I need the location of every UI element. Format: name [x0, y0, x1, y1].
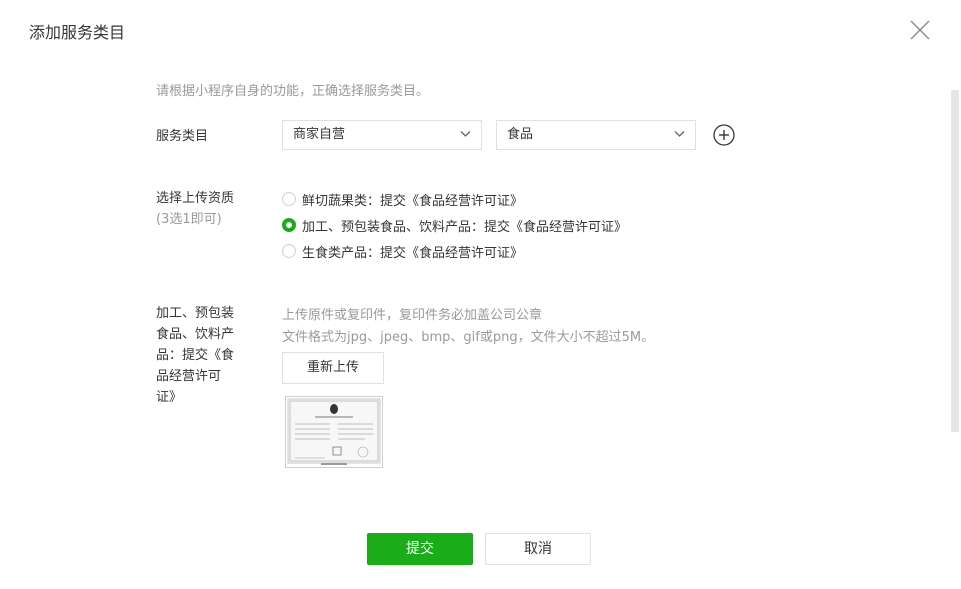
instruction-hint: 请根据小程序自身的功能，正确选择服务类目。	[156, 84, 430, 99]
qualification-option-processed[interactable]: 加工、预包装食品、饮料产品：提交《食品经营许可证》	[282, 215, 627, 235]
close-icon[interactable]	[908, 18, 932, 42]
cancel-button[interactable]: 取消	[485, 533, 591, 565]
upload-hint-original: 上传原件或复印件，复印件务必加盖公司公章	[282, 308, 543, 323]
reupload-button[interactable]: 重新上传	[282, 352, 384, 384]
chevron-down-icon	[674, 131, 685, 137]
upload-label-line: 加工、预包装	[156, 306, 235, 321]
upload-label-line: 品经营许可	[156, 369, 222, 384]
service-category-label: 服务类目	[156, 129, 209, 144]
add-category-icon[interactable]	[713, 124, 735, 146]
radio-button-checked[interactable]	[282, 218, 296, 232]
chevron-down-icon	[460, 131, 471, 137]
qualification-option-label: 加工、预包装食品、饮料产品：提交《食品经营许可证》	[302, 219, 628, 235]
qualification-title: 选择上传资质	[156, 191, 235, 206]
qualification-option-label: 生食类产品：提交《食品经营许可证》	[302, 245, 524, 261]
category-select-primary[interactable]: 商家自营	[282, 120, 482, 150]
upload-label-line: 品：提交《食	[156, 348, 235, 363]
upload-label: 加工、预包装 食品、饮料产 品：提交《食 品经营许可 证》	[156, 303, 234, 408]
radio-button[interactable]	[282, 244, 296, 258]
scrollbar[interactable]	[951, 90, 959, 432]
category-select-secondary[interactable]: 食品	[496, 120, 696, 150]
qualification-option-label: 鲜切蔬果类：提交《食品经营许可证》	[302, 193, 524, 209]
radio-button[interactable]	[282, 192, 296, 206]
qualification-option-raw[interactable]: 生食类产品：提交《食品经营许可证》	[282, 241, 523, 261]
qualification-option-fresh[interactable]: 鲜切蔬果类：提交《食品经营许可证》	[282, 189, 523, 209]
category-select-primary-value: 商家自营	[293, 127, 346, 142]
upload-label-line: 证》	[156, 390, 183, 405]
qualification-subtitle: (3选1即可)	[156, 212, 222, 227]
upload-hint-format: 文件格式为jpg、jpeg、bmp、gif或png，文件大小不超过5M。	[282, 330, 655, 345]
submit-button[interactable]: 提交	[367, 533, 473, 565]
dialog-title: 添加服务类目	[29, 23, 126, 42]
category-select-secondary-value: 食品	[507, 127, 534, 142]
license-thumbnail-image[interactable]	[285, 396, 383, 468]
upload-label-line: 食品、饮料产	[156, 327, 235, 342]
qualification-label: 选择上传资质 (3选1即可)	[156, 188, 234, 230]
